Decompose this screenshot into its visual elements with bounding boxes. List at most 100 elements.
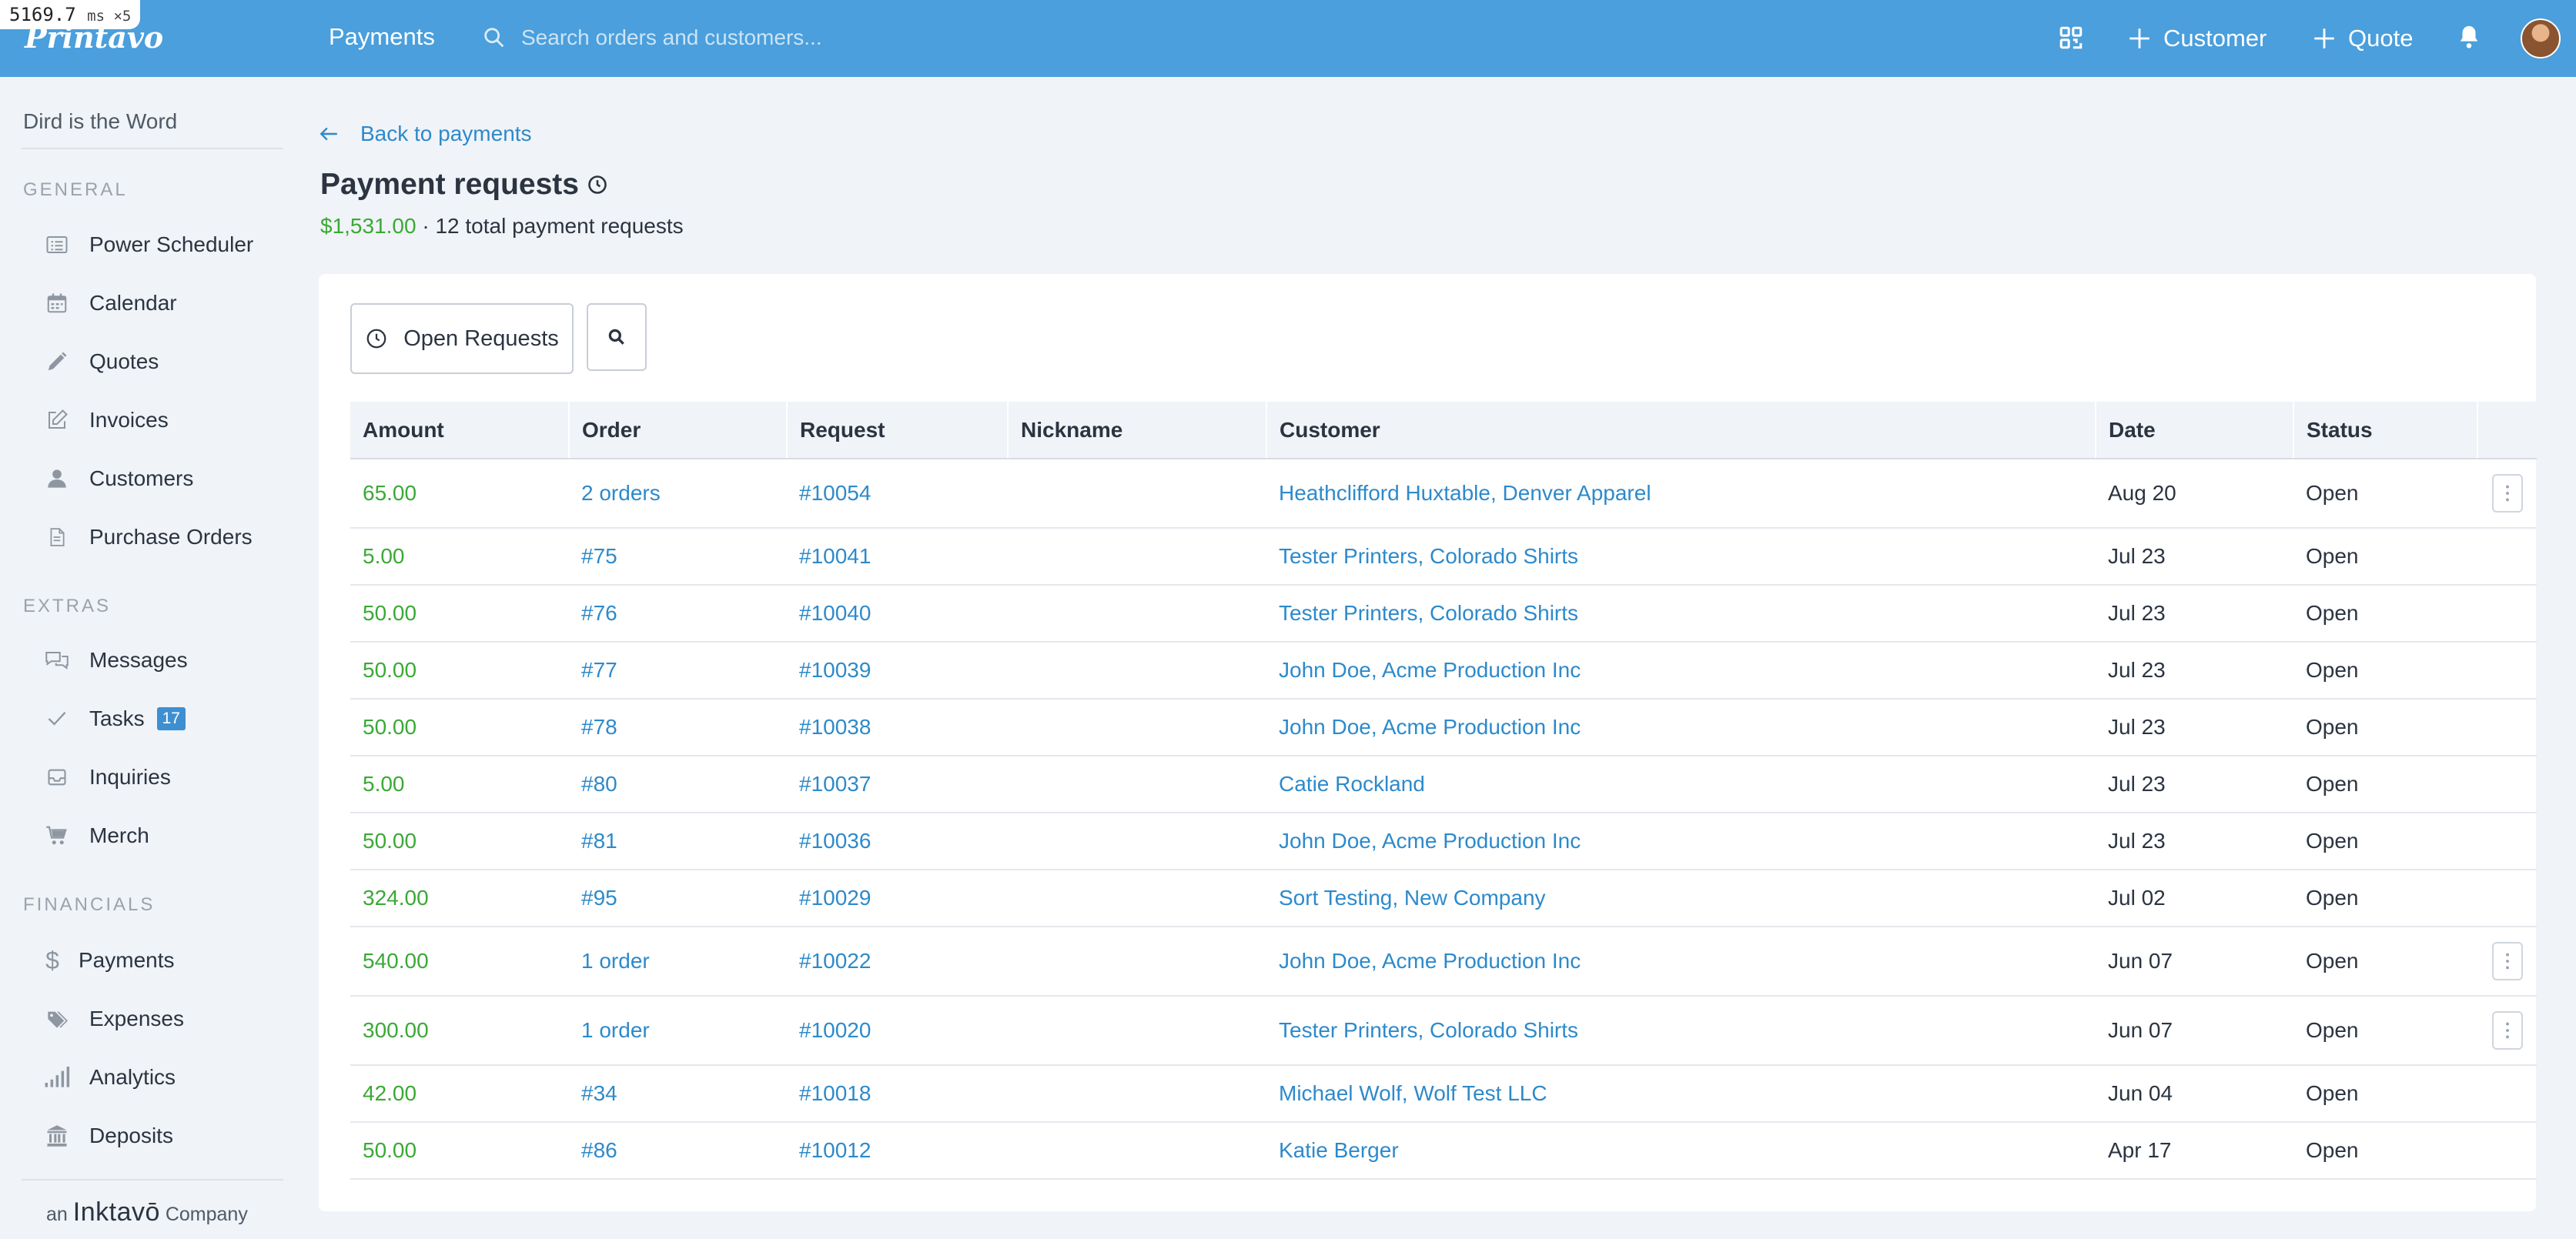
sidebar-item-expenses[interactable]: Expenses <box>43 999 184 1039</box>
row-menu-button[interactable] <box>2491 1011 2523 1050</box>
request-link[interactable]: #10020 <box>787 996 1008 1066</box>
add-quote-button[interactable]: Quote <box>2311 20 2413 57</box>
sidebar-item-purchase-orders[interactable]: Purchase Orders <box>43 517 253 557</box>
order-link[interactable]: 1 order <box>569 996 787 1066</box>
order-link[interactable]: #95 <box>569 870 787 927</box>
row-menu-button[interactable] <box>2491 942 2523 980</box>
customer-link[interactable]: Sort Testing, New Company <box>1266 870 2096 927</box>
table-row[interactable]: 50.00 #77 #10039 John Doe, Acme Production … <box>350 642 2537 700</box>
open-requests-filter-button[interactable]: Open Requests <box>350 303 574 374</box>
clock-icon[interactable] <box>587 174 608 195</box>
column-header-order[interactable]: Order <box>569 402 788 459</box>
request-link[interactable]: #10039 <box>787 642 1008 700</box>
request-link[interactable]: #10041 <box>787 528 1008 586</box>
request-link[interactable]: #10038 <box>787 699 1008 756</box>
request-link[interactable]: #10037 <box>787 756 1008 813</box>
search-input[interactable] <box>521 20 1168 55</box>
column-header-status[interactable]: Status <box>2293 402 2478 459</box>
nav-payments-link[interactable]: Payments <box>329 23 435 51</box>
customer-link[interactable]: John Doe, Acme Production Inc <box>1266 642 2096 700</box>
customer-link[interactable]: John Doe, Acme Production Inc <box>1266 699 2096 756</box>
table-row[interactable]: 50.00 #78 #10038 John Doe, Acme Production … <box>350 699 2537 756</box>
row-actions-cell <box>2477 699 2537 756</box>
bell-icon[interactable] <box>2456 23 2482 51</box>
customer-link[interactable]: John Doe, Acme Production Inc <box>1266 813 2096 870</box>
request-link[interactable]: #10036 <box>787 813 1008 870</box>
customer-link[interactable]: Michael Wolf, Wolf Test LLC <box>1266 1065 2096 1123</box>
order-link[interactable]: #78 <box>569 699 787 756</box>
back-to-payments-link[interactable]: Back to payments <box>319 122 532 146</box>
request-link[interactable]: #10018 <box>787 1065 1008 1123</box>
brand-prefix: an <box>46 1204 68 1225</box>
table-header-row: Amount Order Request Nickname Customer D… <box>350 402 2537 459</box>
qr-code-icon[interactable] <box>2058 25 2084 51</box>
order-link[interactable]: #86 <box>569 1122 787 1180</box>
sidebar-item-payments[interactable]: $ Payments <box>43 940 175 980</box>
column-header-amount[interactable]: Amount <box>350 402 570 459</box>
payment-summary: $1,531.00 · 12 total payment requests <box>320 214 684 239</box>
debug-overlay: 5169.7 ms ×5 <box>0 0 141 29</box>
sidebar-item-quotes[interactable]: Quotes <box>43 342 159 382</box>
sidebar-item-messages[interactable]: Messages <box>43 640 188 680</box>
sidebar-item-customers[interactable]: Customers <box>43 459 193 499</box>
sidebar-item-merch[interactable]: Merch <box>43 816 149 856</box>
sidebar-item-inquiries[interactable]: Inquiries <box>43 757 171 797</box>
inbox-icon <box>43 763 71 791</box>
request-link[interactable]: #10054 <box>787 459 1008 529</box>
column-header-actions <box>2477 402 2537 459</box>
amount-cell: 50.00 <box>350 642 569 700</box>
order-link[interactable]: #77 <box>569 642 787 700</box>
row-actions-cell <box>2477 1122 2537 1180</box>
amount-cell: 50.00 <box>350 585 569 643</box>
table-row[interactable]: 5.00 #80 #10037 Catie Rockland Jul 23 Open <box>350 756 2537 813</box>
sidebar-item-label: Payments <box>79 948 175 972</box>
customer-link[interactable]: Catie Rockland <box>1266 756 2096 813</box>
order-link[interactable]: #76 <box>569 585 787 643</box>
request-link[interactable]: #10012 <box>787 1122 1008 1180</box>
order-link[interactable]: #75 <box>569 528 787 586</box>
add-customer-button[interactable]: Customer <box>2126 20 2267 57</box>
date-cell: Jul 23 <box>2096 756 2293 813</box>
table-row[interactable]: 65.00 2 orders #10054 Heathclifford Huxtabl… <box>350 459 2537 529</box>
sidebar-item-tasks[interactable]: Tasks 17 <box>43 699 186 739</box>
company-name[interactable]: Dird is the Word <box>23 109 177 134</box>
order-link[interactable]: 2 orders <box>569 459 787 529</box>
row-menu-button[interactable] <box>2491 474 2523 513</box>
user-avatar[interactable] <box>2521 18 2561 58</box>
add-customer-label: Customer <box>2163 25 2267 52</box>
table-row[interactable]: 324.00 #95 #10029 Sort Testing, New Company… <box>350 870 2537 927</box>
customer-link[interactable]: Katie Berger <box>1266 1122 2096 1180</box>
sidebar-item-invoices[interactable]: Invoices <box>43 400 169 440</box>
request-link[interactable]: #10040 <box>787 585 1008 643</box>
table-search-button[interactable] <box>587 303 647 371</box>
order-link[interactable]: #34 <box>569 1065 787 1123</box>
request-link[interactable]: #10022 <box>787 927 1008 997</box>
sidebar-item-power-scheduler[interactable]: Power Scheduler <box>43 225 253 265</box>
column-header-customer[interactable]: Customer <box>1266 402 2096 459</box>
order-link[interactable]: 1 order <box>569 927 787 997</box>
column-header-request[interactable]: Request <box>787 402 1009 459</box>
sidebar-item-label: Quotes <box>89 349 159 373</box>
customer-link[interactable]: Heathclifford Huxtable, Denver Apparel <box>1266 459 2096 529</box>
customer-link[interactable]: Tester Printers, Colorado Shirts <box>1266 996 2096 1066</box>
table-row[interactable]: 50.00 #81 #10036 John Doe, Acme Production … <box>350 813 2537 870</box>
sidebar-item-analytics[interactable]: Analytics <box>43 1057 176 1097</box>
sidebar-item-deposits[interactable]: Deposits <box>43 1116 173 1156</box>
customer-link[interactable]: John Doe, Acme Production Inc <box>1266 927 2096 997</box>
column-header-date[interactable]: Date <box>2096 402 2294 459</box>
column-header-nickname[interactable]: Nickname <box>1008 402 1267 459</box>
sidebar-item-calendar[interactable]: Calendar <box>43 283 177 323</box>
table-row[interactable]: 540.00 1 order #10022 John Doe, Acme Produc… <box>350 927 2537 997</box>
date-cell: Jun 04 <box>2096 1065 2293 1123</box>
table-row[interactable]: 50.00 #76 #10040 Tester Printers, Colorado … <box>350 585 2537 643</box>
status-cell: Open <box>2293 756 2477 813</box>
customer-link[interactable]: Tester Printers, Colorado Shirts <box>1266 528 2096 586</box>
table-row[interactable]: 50.00 #86 #10012 Katie Berger Apr 17 Open <box>350 1122 2537 1180</box>
table-row[interactable]: 42.00 #34 #10018 Michael Wolf, Wolf Test LL… <box>350 1065 2537 1123</box>
request-link[interactable]: #10029 <box>787 870 1008 927</box>
customer-link[interactable]: Tester Printers, Colorado Shirts <box>1266 585 2096 643</box>
table-row[interactable]: 300.00 1 order #10020 Tester Printers, Colo… <box>350 996 2537 1066</box>
table-row[interactable]: 5.00 #75 #10041 Tester Printers, Colorado S… <box>350 528 2537 586</box>
order-link[interactable]: #81 <box>569 813 787 870</box>
order-link[interactable]: #80 <box>569 756 787 813</box>
